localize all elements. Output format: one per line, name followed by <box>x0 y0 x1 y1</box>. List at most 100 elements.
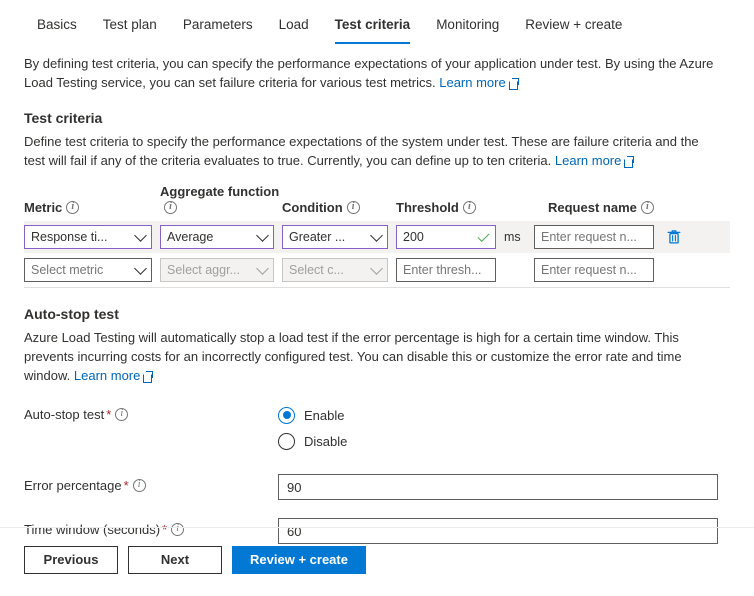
request-name-placeholder: Enter request n... <box>541 230 647 244</box>
footer-divider <box>0 527 754 528</box>
previous-button[interactable]: Previous <box>24 546 118 574</box>
required-asterisk: * <box>162 522 167 537</box>
wizard-tab-bar: Basics Test plan Parameters Load Test cr… <box>0 0 754 44</box>
radio-label: Disable <box>304 434 347 449</box>
condition-dropdown[interactable]: Greater ... <box>282 225 388 249</box>
request-name-placeholder: Enter request n... <box>541 263 647 277</box>
chevron-down-icon <box>256 229 269 242</box>
info-icon[interactable] <box>115 408 128 421</box>
chevron-down-icon <box>134 229 147 242</box>
page-content: By defining test criteria, you can speci… <box>0 54 754 544</box>
chevron-down-icon <box>370 262 383 275</box>
intro-text: By defining test criteria, you can speci… <box>24 56 713 90</box>
label-text: Time window (seconds) <box>24 522 160 537</box>
link-label: Learn more <box>439 75 505 90</box>
tab-label: Test criteria <box>335 17 411 32</box>
threshold-input[interactable]: Enter thresh... <box>396 258 496 282</box>
cell-request-name: Enter request n... <box>534 225 685 249</box>
time-window-input[interactable] <box>278 518 718 544</box>
external-link-icon <box>624 157 633 166</box>
metric-value: Response ti... <box>31 230 132 244</box>
aggregate-placeholder: Select aggr... <box>167 263 254 277</box>
column-label: Aggregate function <box>160 184 279 199</box>
tab-label: Load <box>279 17 309 32</box>
link-label: Learn more <box>74 368 140 383</box>
error-percentage-input[interactable] <box>278 474 718 500</box>
request-name-input[interactable]: Enter request n... <box>534 225 654 249</box>
external-link-icon <box>143 372 152 381</box>
valid-check-icon <box>477 229 489 241</box>
tab-basics[interactable]: Basics <box>24 17 90 44</box>
info-icon[interactable] <box>463 201 476 214</box>
auto-stop-label: Auto-stop test* <box>24 403 278 425</box>
cell-aggregate-function: Average <box>160 225 282 249</box>
wizard-footer: Previous Next Review + create <box>0 546 754 574</box>
error-percentage-label: Error percentage* <box>24 474 278 496</box>
aggregate-value: Average <box>167 230 254 244</box>
time-window-row: Time window (seconds)* <box>24 518 730 544</box>
tab-review-create[interactable]: Review + create <box>512 17 635 44</box>
tab-monitoring[interactable]: Monitoring <box>423 17 512 44</box>
tab-label: Review + create <box>525 17 622 32</box>
tab-label: Monitoring <box>436 17 499 32</box>
tab-test-plan[interactable]: Test plan <box>90 17 170 44</box>
column-label: Condition <box>282 200 343 215</box>
radio-button-selected-icon <box>278 407 295 424</box>
info-icon[interactable] <box>66 201 79 214</box>
radio-label: Enable <box>304 408 344 423</box>
review-create-button[interactable]: Review + create <box>232 546 366 574</box>
chevron-down-icon <box>256 262 269 275</box>
test-criteria-description: Define test criteria to specify the perf… <box>24 132 718 170</box>
cell-aggregate-function: Select aggr... <box>160 258 282 282</box>
info-icon[interactable] <box>347 201 360 214</box>
external-link-icon <box>509 79 518 88</box>
cell-threshold: Enter thresh... <box>396 258 534 282</box>
column-header-threshold: Threshold <box>396 200 548 216</box>
next-button[interactable]: Next <box>128 546 222 574</box>
table-header-row: Metric Aggregate function Condition Thre… <box>24 184 730 221</box>
intro-paragraph: By defining test criteria, you can speci… <box>24 54 718 92</box>
auto-stop-radio-group: Enable Disable <box>278 403 347 456</box>
test-criteria-heading: Test criteria <box>24 110 730 126</box>
error-percentage-row: Error percentage* <box>24 474 730 500</box>
intro-learn-more-link[interactable]: Learn more <box>439 75 505 90</box>
metric-dropdown[interactable]: Select metric <box>24 258 152 282</box>
metric-placeholder: Select metric <box>31 263 132 277</box>
tab-load[interactable]: Load <box>266 17 322 44</box>
auto-stop-description: Azure Load Testing will automatically st… <box>24 328 718 385</box>
auto-stop-toggle-row: Auto-stop test* Enable Disable <box>24 403 730 456</box>
cell-request-name: Enter request n... <box>534 258 654 282</box>
column-label: Request name <box>548 200 637 215</box>
cell-metric: Response ti... <box>24 225 160 249</box>
tab-label: Test plan <box>103 17 157 32</box>
radio-button-icon <box>278 433 295 450</box>
time-window-label: Time window (seconds)* <box>24 518 278 540</box>
required-asterisk: * <box>106 407 111 422</box>
test-criteria-learn-more-link[interactable]: Learn more <box>555 153 621 168</box>
delete-criteria-button[interactable] <box>663 225 685 249</box>
condition-value: Greater ... <box>289 230 368 244</box>
aggregate-function-dropdown: Select aggr... <box>160 258 274 282</box>
link-label: Learn more <box>555 153 621 168</box>
auto-stop-heading: Auto-stop test <box>24 306 730 322</box>
tab-test-criteria[interactable]: Test criteria <box>322 17 424 44</box>
cell-metric: Select metric <box>24 258 160 282</box>
required-asterisk: * <box>124 478 129 493</box>
radio-option-enable[interactable]: Enable <box>278 404 347 426</box>
auto-stop-learn-more-link[interactable]: Learn more <box>74 368 140 383</box>
table-bottom-divider <box>24 287 730 288</box>
radio-option-disable[interactable]: Disable <box>278 430 347 452</box>
info-icon[interactable] <box>164 201 177 214</box>
request-name-input[interactable]: Enter request n... <box>534 258 654 282</box>
info-icon[interactable] <box>641 201 654 214</box>
metric-dropdown[interactable]: Response ti... <box>24 225 152 249</box>
info-icon[interactable] <box>133 479 146 492</box>
aggregate-function-dropdown[interactable]: Average <box>160 225 274 249</box>
tab-parameters[interactable]: Parameters <box>170 17 266 44</box>
condition-dropdown: Select c... <box>282 258 388 282</box>
info-icon[interactable] <box>171 523 184 536</box>
label-text: Auto-stop test <box>24 407 104 422</box>
threshold-input[interactable]: 200 <box>396 225 496 249</box>
column-label: Metric <box>24 200 62 215</box>
tab-label: Basics <box>37 17 77 32</box>
